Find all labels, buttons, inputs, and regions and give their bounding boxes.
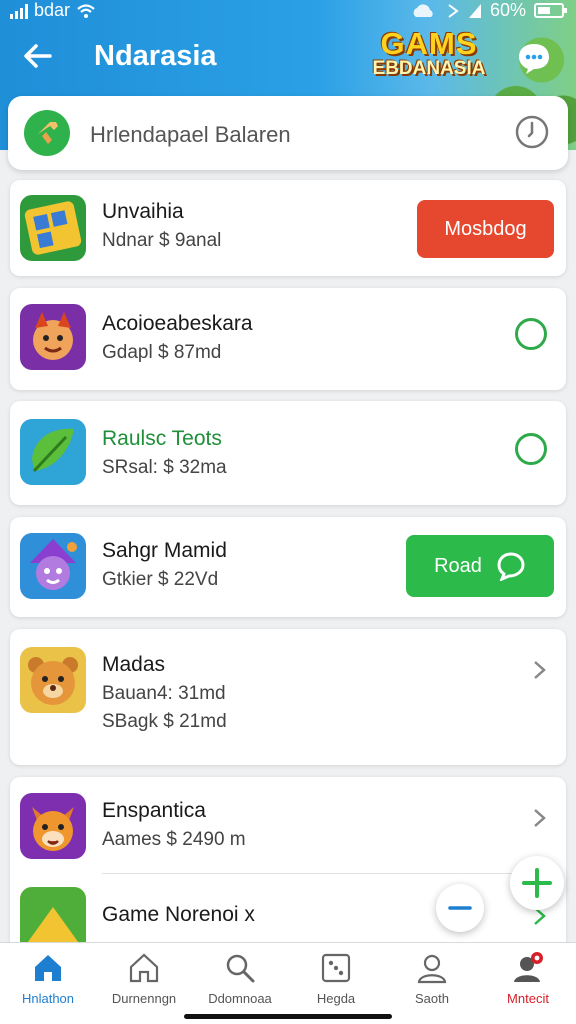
carrier-label: bdar: [34, 0, 71, 20]
status-bar: bdar 60%: [0, 0, 576, 24]
nav-label: Hegda: [316, 991, 356, 1006]
app-title: Sahgr Mamid: [102, 539, 227, 562]
logo-line-1: GAMS: [380, 26, 478, 61]
app-card[interactable]: Raulsc Teots SRsal: $ 32ma: [10, 401, 566, 505]
vibrate-icon: [448, 3, 459, 18]
game-icon-fox: [20, 793, 86, 859]
clock-icon: [515, 115, 549, 149]
search-query[interactable]: Hrlendapael Balaren: [90, 122, 291, 148]
tool-icon: [38, 122, 58, 144]
battery-percentage: 60%: [489, 0, 526, 20]
app-card[interactable]: Acoioeabeskara Gdapl $ 87md: [10, 288, 566, 390]
app-title: Madas: [102, 653, 166, 676]
chevron-right-icon[interactable]: [528, 659, 550, 681]
divider: [102, 873, 552, 874]
home-indicator: [184, 1014, 392, 1019]
nav-games[interactable]: Hegda: [288, 951, 384, 1011]
minus-icon: [448, 906, 472, 910]
app-title: Game Norenoi x: [102, 903, 255, 926]
back-button[interactable]: [20, 38, 56, 74]
app-meta: Ndnar $ 9anal: [102, 230, 222, 251]
search-icon: [226, 954, 255, 983]
nav-search[interactable]: Ddomnoaa: [192, 951, 288, 1011]
game-icon-bear: [20, 647, 86, 713]
game-icon-warrior: [20, 304, 86, 370]
zoom-out-button[interactable]: [436, 884, 484, 932]
app-card[interactable]: Madas Bauan4: 31md SBagk $ 21md: [10, 629, 566, 765]
app-card[interactable]: Sahgr Mamid Gtkier $ 22Vd Road: [10, 517, 566, 617]
game-icon-board: [20, 195, 86, 261]
app-title: Acoioeabeskara: [102, 312, 253, 335]
app-meta: Bauan4: 31md: [102, 683, 226, 704]
arrow-left-icon: [24, 44, 52, 68]
add-button[interactable]: [510, 856, 564, 910]
app-meta: Gtkier $ 22Vd: [102, 569, 219, 590]
nav-home[interactable]: Hnlathon: [0, 951, 96, 1011]
chat-button[interactable]: [514, 38, 554, 78]
account-alert-icon: [514, 952, 543, 982]
button-label: Road: [434, 554, 482, 577]
primary-action-button[interactable]: Mosbdog: [417, 200, 554, 258]
wifi-icon: [77, 3, 95, 18]
history-button[interactable]: [514, 114, 550, 150]
game-icon-leaf: [20, 419, 86, 485]
app-card[interactable]: Unvaihia Ndnar $ 9anal Mosbdog: [10, 180, 566, 276]
nav-label: Durnenngn: [111, 991, 177, 1006]
app-meta: Aames $ 2490 m: [102, 829, 246, 850]
signal-icon: [10, 3, 28, 19]
nav-account[interactable]: Mntecit: [480, 951, 576, 1011]
status-circle-icon[interactable]: [515, 318, 547, 350]
nav-profile[interactable]: Saoth: [384, 951, 480, 1011]
app-meta: SRsal: $ 32ma: [102, 457, 227, 478]
bottom-navigation: Hnlathon Durnenngn Ddomnoaa Hegda Saoth: [0, 942, 576, 1024]
nav-browse[interactable]: Durnenngn: [96, 951, 192, 1011]
search-badge: [24, 110, 70, 156]
page-title: Ndarasia: [94, 40, 217, 72]
battery-icon: [534, 3, 567, 18]
cloud-icon: [413, 3, 433, 17]
app-title: Unvaihia: [102, 200, 184, 223]
home-icon: [35, 955, 61, 981]
status-circle-icon[interactable]: [515, 433, 547, 465]
games-logo: GAMS EBDANASIA: [368, 28, 490, 90]
cell-signal-icon: [468, 3, 481, 18]
home-outline-icon: [129, 953, 159, 983]
nav-label: Hnlathon: [21, 991, 75, 1006]
chat-bubble-icon: [497, 552, 525, 581]
dice-icon: [321, 953, 351, 983]
profile-icon: [417, 954, 447, 984]
nav-label: Ddomnoaa: [208, 991, 272, 1006]
nav-label: Saoth: [415, 991, 449, 1006]
read-button[interactable]: Road: [406, 535, 554, 597]
button-label: Mosbdog: [444, 217, 527, 240]
app-meta-secondary: SBagk $ 21md: [102, 711, 227, 732]
logo-line-2: EBDANASIA: [372, 58, 486, 79]
app-title: Raulsc Teots: [102, 427, 222, 450]
chat-bubble-icon: [519, 44, 549, 74]
plus-icon: [522, 868, 552, 898]
app-meta: Gdapl $ 87md: [102, 342, 222, 363]
chevron-right-icon[interactable]: [528, 807, 550, 829]
app-title: Enspantica: [102, 799, 206, 822]
search-bar[interactable]: Hrlendapael Balaren: [8, 96, 568, 170]
game-icon-wizard: [20, 533, 86, 599]
nav-label: Mntecit: [507, 991, 549, 1006]
